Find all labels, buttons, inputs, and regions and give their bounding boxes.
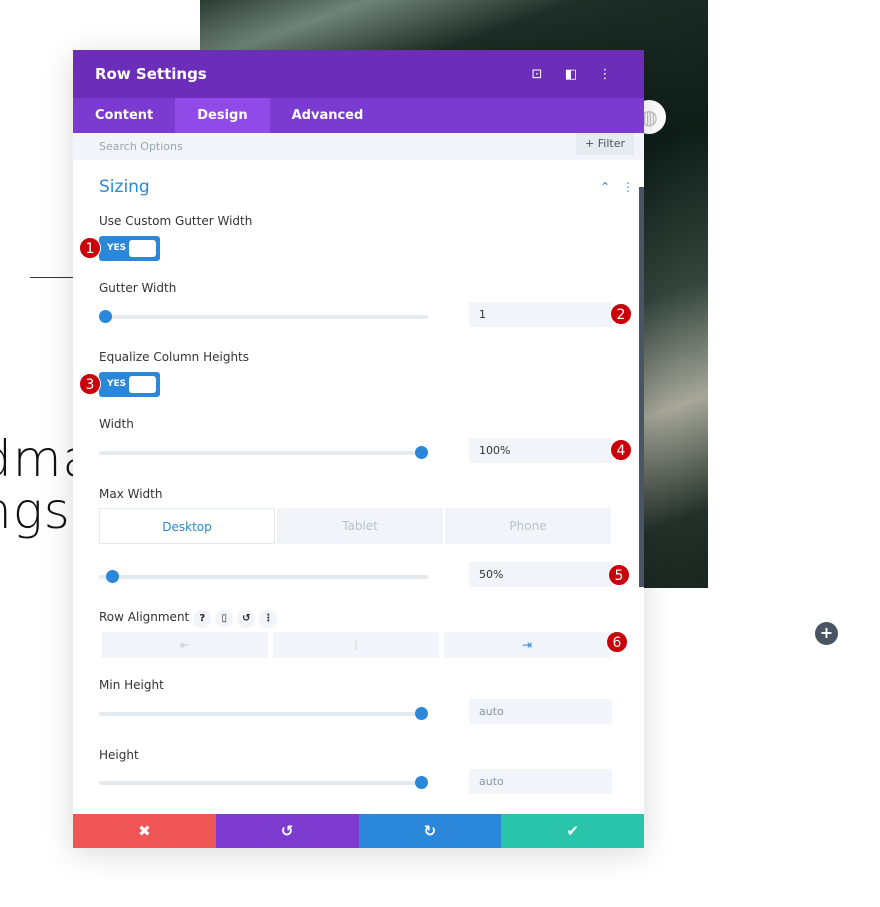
step-badge: 4 [610,439,632,461]
tab-bar: Content Design Advanced [73,98,644,133]
step-badge: 1 [79,237,101,259]
chevron-up-icon[interactable]: ⌃ [600,180,610,194]
divider [30,277,75,278]
step-badge: 3 [79,373,101,395]
modal-footer: ✖ ↺ ↻ ✔ [73,814,644,848]
reset-icon[interactable]: ↺ [237,610,256,628]
add-module-button[interactable]: + [815,622,838,645]
cancel-button[interactable]: ✖ [73,814,216,848]
scrollbar[interactable] [639,187,644,587]
help-icon[interactable]: ? [193,610,212,628]
tab-advanced[interactable]: Advanced [270,98,386,133]
field-label: Row Alignment? ▯ ↺ ⋮ [99,610,278,628]
width-input[interactable]: 100% [469,438,612,463]
min-height-slider[interactable] [99,707,428,720]
row-alignment-options: ⇤ ⁞ ⇥ [102,632,610,658]
field-label: Height [99,748,139,762]
align-center-button[interactable]: ⁞ [273,632,439,658]
min-height-input[interactable]: auto [469,699,612,724]
step-badge: 2 [610,303,632,325]
step-badge: 5 [608,564,630,586]
slider-thumb[interactable] [415,707,428,720]
field-label: Max Width [99,487,163,501]
field-label: Width [99,417,134,431]
device-tab-desktop[interactable]: Desktop [99,508,275,544]
slider-thumb[interactable] [106,570,119,583]
redo-button[interactable]: ↻ [358,814,502,848]
slider-thumb[interactable] [99,310,112,323]
device-tab-phone[interactable]: Phone [445,508,611,544]
row-alignment-label: Row Alignment [99,610,190,624]
field-label: Equalize Column Heights [99,350,250,364]
search-options[interactable]: Search Options + Filter [73,133,644,160]
equalize-toggle[interactable]: YES [99,372,160,397]
field-label: Min Height [99,678,164,692]
search-input[interactable]: Search Options [99,140,183,153]
heading-text: ngs [0,482,71,540]
filter-label: Filter [597,137,625,150]
undo-button[interactable]: ↺ [215,814,359,848]
toggle-label: YES [107,379,127,389]
device-tab-tablet[interactable]: Tablet [277,508,443,544]
more-icon[interactable]: ⋮ [259,610,278,628]
max-width-input[interactable]: 50% [469,562,612,587]
gutter-width-input[interactable]: 1 [469,302,612,327]
tab-content[interactable]: Content [73,98,175,133]
section-title[interactable]: Sizing [99,177,150,197]
height-slider[interactable] [99,776,428,789]
max-width-slider[interactable] [99,570,428,583]
row-settings-modal: Row Settings ⊡ ◧ ⋮ Content Design Advanc… [73,50,644,848]
responsive-icon[interactable]: ▯ [215,610,234,628]
gutter-width-slider[interactable] [99,310,428,323]
more-options-icon[interactable]: ⋮ [588,67,622,82]
fullscreen-icon[interactable]: ⊡ [520,67,554,82]
tab-design[interactable]: Design [175,98,270,133]
section-menu-icon[interactable]: ⋮ [622,180,634,194]
custom-gutter-toggle[interactable]: YES [99,236,160,261]
align-right-button[interactable]: ⇥ [444,632,610,658]
align-left-button[interactable]: ⇤ [102,632,268,658]
slider-thumb[interactable] [415,776,428,789]
filter-button[interactable]: + Filter [576,133,634,155]
height-input[interactable]: auto [469,769,612,794]
modal-header: Row Settings ⊡ ◧ ⋮ [73,50,644,98]
field-label: Gutter Width [99,281,177,295]
width-slider[interactable] [99,446,428,459]
modal-title: Row Settings [95,65,207,83]
field-label: Use Custom Gutter Width [99,214,253,228]
save-button[interactable]: ✔ [501,814,644,848]
toggle-label: YES [107,243,127,253]
split-view-icon[interactable]: ◧ [554,67,588,82]
slider-thumb[interactable] [415,446,428,459]
device-tabs: Desktop Tablet Phone [99,508,611,544]
step-badge: 6 [606,631,628,653]
plus-icon: + [585,137,598,150]
